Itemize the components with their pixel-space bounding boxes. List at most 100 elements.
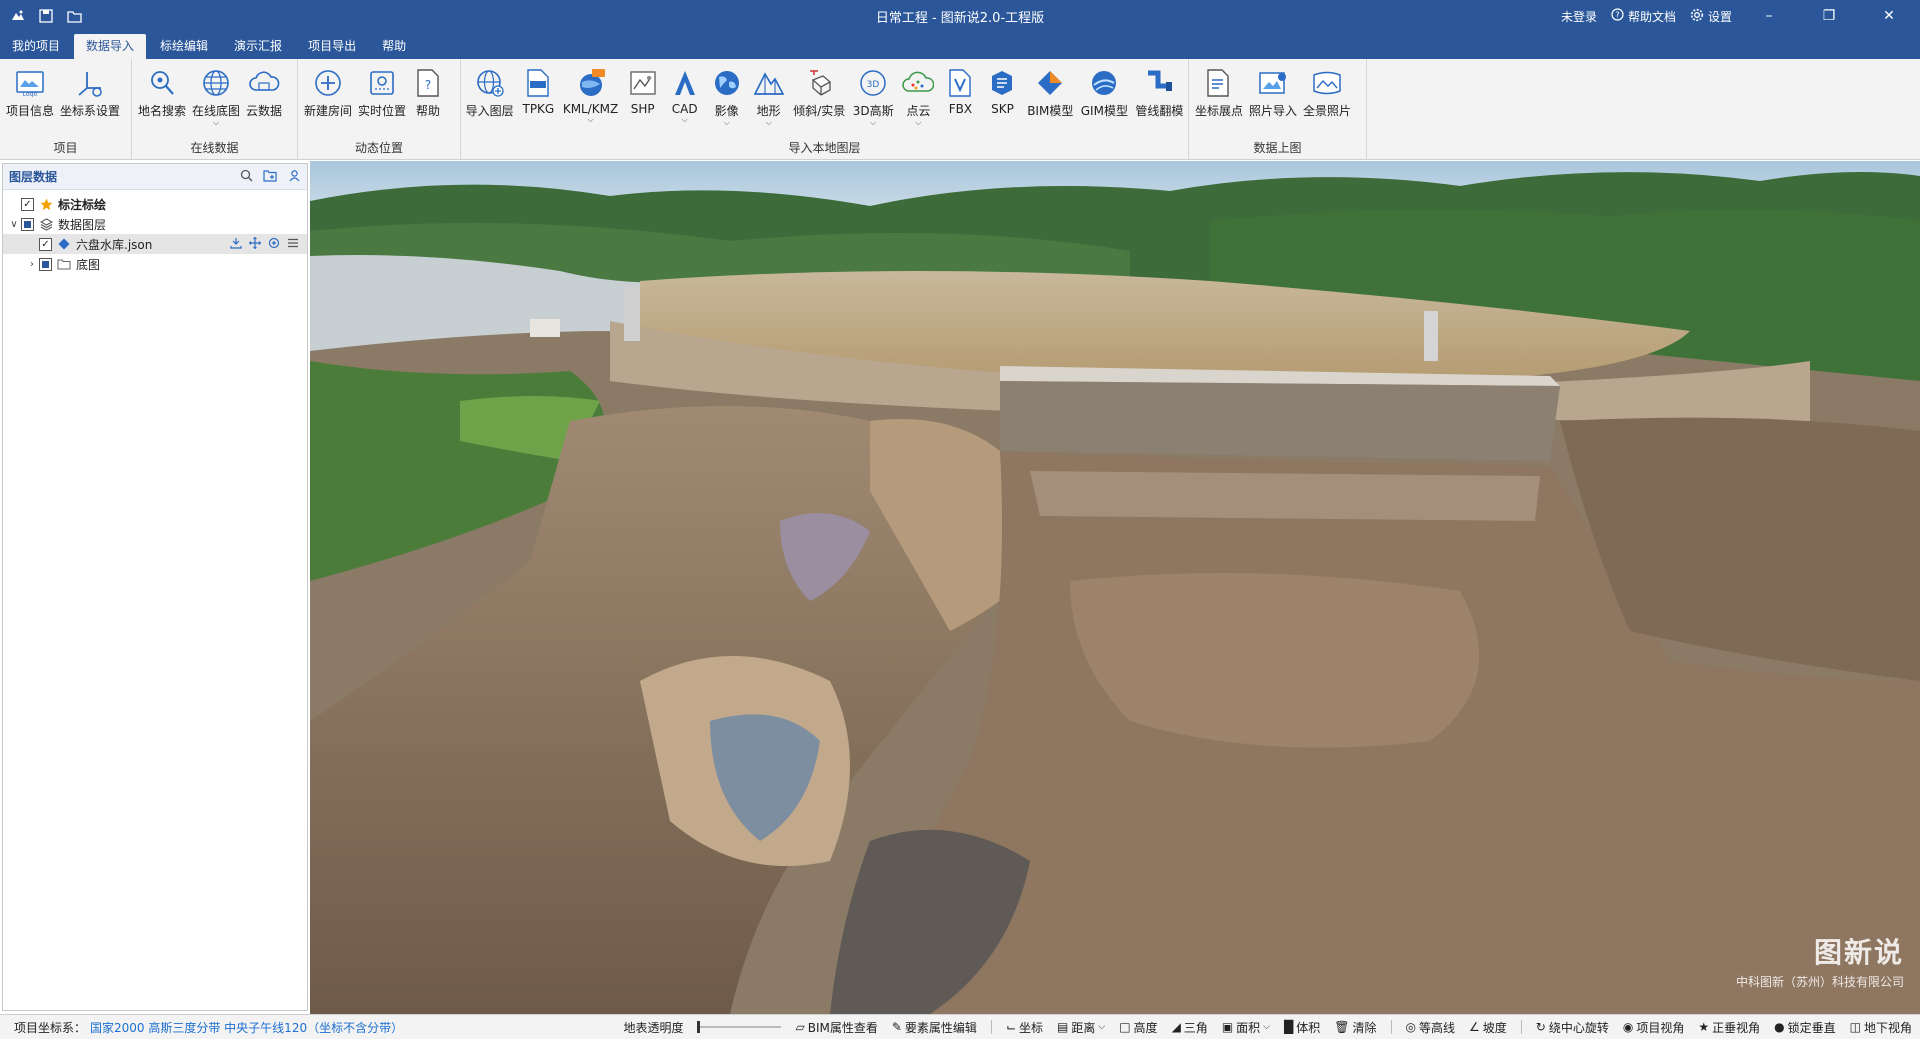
tab-presentation[interactable]: 演示汇报 <box>222 34 294 59</box>
tab-project-export[interactable]: 项目导出 <box>296 34 368 59</box>
minimize-button[interactable]: – <box>1746 0 1792 32</box>
slope-icon: ∠ <box>1469 1020 1480 1034</box>
feature-attribute-edit-tool[interactable]: ✎ 要素属性编辑 <box>892 1019 977 1036</box>
triangle-icon: ◢ <box>1171 1020 1181 1034</box>
realtime-location-button[interactable]: 实时位置 <box>356 65 408 121</box>
tree-item-data-layers[interactable]: ∨ 数据图层 <box>3 214 307 234</box>
tree-item-reservoir-json[interactable]: ✓ 六盘水库.json <box>3 234 307 254</box>
point-cloud-button[interactable]: 点云 ⌵ <box>900 65 936 129</box>
dynamic-help-button[interactable]: ? 帮助 <box>410 65 446 121</box>
menu-list-icon[interactable] <box>287 237 299 252</box>
measure-coordinate-tool[interactable]: ⌙ 坐标 <box>1006 1019 1043 1036</box>
help-doc-label: 帮助文档 <box>1627 9 1676 24</box>
import-layer-button[interactable]: 导入图层 <box>465 65 514 121</box>
measure-triangle-tool[interactable]: ◢ 三角 <box>1172 1019 1208 1036</box>
watermark: 图新说 中科图新（苏州）科技有限公司 <box>1736 931 1904 990</box>
coord-system-value[interactable]: 国家2000 高斯三度分带 中央子午线120（坐标不含分带） <box>90 1019 403 1036</box>
project-info-button[interactable]: Logo 项目信息 <box>4 65 56 121</box>
kml-kmz-button[interactable]: KML/KMZ ⌵ <box>562 65 618 126</box>
basemap-checkbox[interactable] <box>39 257 52 271</box>
settings-label: 设置 <box>1707 9 1732 24</box>
add-folder-icon[interactable] <box>263 169 278 185</box>
chevron-right-icon[interactable]: › <box>25 259 39 270</box>
contour-tool[interactable]: ◎ 等高线 <box>1406 1019 1456 1036</box>
lock-vertical-tool[interactable]: ● 锁定垂直 <box>1774 1019 1836 1036</box>
save-icon[interactable] <box>38 8 54 24</box>
restore-button[interactable]: ❐ <box>1806 0 1852 32</box>
online-basemap-button[interactable]: 在线底图 ⌵ <box>190 65 242 129</box>
chevron-down-icon[interactable]: ∨ <box>7 219 21 230</box>
surface-opacity-slider[interactable] <box>697 1020 782 1034</box>
coordinate-points-button[interactable]: 坐标展点 <box>1193 65 1245 121</box>
reservoir-json-checkbox[interactable]: ✓ <box>39 237 52 251</box>
skp-button[interactable]: SKP <box>984 65 1020 118</box>
measure-volume-tool[interactable]: █ 体积 <box>1284 1019 1320 1036</box>
tab-help[interactable]: 帮助 <box>370 34 418 59</box>
top-down-view-tool[interactable]: ★ 正垂视角 <box>1698 1019 1760 1036</box>
ribbon-group-local-import: 导入图层 TPKG KML/KMZ ⌵ SHP CAD ⌵ 影像 ⌵ 地形 ⌵ … <box>461 59 1189 159</box>
place-search-button[interactable]: 地名搜索 <box>136 65 188 121</box>
help-doc-link[interactable]: ? 帮助文档 <box>1611 8 1676 25</box>
clear-measure-tool[interactable]: 🗑 清除 <box>1334 1019 1376 1036</box>
annotations-checkbox[interactable]: ✓ <box>21 197 34 211</box>
tree-item-annotations[interactable]: ✓ 标注标绘 <box>3 194 307 214</box>
coordinate-list-icon <box>1203 67 1235 99</box>
imagery-button[interactable]: 影像 ⌵ <box>709 65 745 129</box>
slider-thumb[interactable] <box>697 1021 701 1033</box>
measure-area-tool[interactable]: ▣ 面积 ⌵ <box>1222 1019 1270 1036</box>
chevron-down-icon: ⌵ <box>1263 1022 1270 1032</box>
tree-item-label: 标注标绘 <box>58 197 107 212</box>
folder-icon <box>57 257 71 271</box>
close-button[interactable]: ✕ <box>1866 0 1912 32</box>
photo-import-button[interactable]: 照片导入 <box>1247 65 1299 121</box>
gim-model-button[interactable]: GIM模型 <box>1080 65 1129 121</box>
underground-view-tool[interactable]: ◫ 地下视角 <box>1850 1019 1912 1036</box>
login-link[interactable]: 未登录 <box>1561 8 1597 25</box>
locate-target-icon[interactable] <box>268 237 280 252</box>
ribbon-group-data-onmap: 坐标展点 照片导入 全景照片 数据上图 <box>1189 59 1367 159</box>
move-icon[interactable] <box>248 236 262 252</box>
help-circle-icon: ? <box>1611 8 1624 24</box>
ruler-icon: ▤ <box>1057 1020 1069 1034</box>
ribbon: Logo 项目信息 坐标系设置 项目 地名搜索 在线底图 ⌵ 云数据 在线数据 … <box>0 59 1920 160</box>
panorama-photo-button[interactable]: 全景照片 <box>1301 65 1353 121</box>
tab-my-project[interactable]: 我的项目 <box>0 34 72 59</box>
measure-height-tool[interactable]: □ 高度 <box>1119 1019 1157 1036</box>
pipeline-model-button[interactable]: 管线翻模 <box>1135 65 1184 121</box>
cad-button[interactable]: CAD ⌵ <box>667 65 703 126</box>
tree-item-basemap[interactable]: › 底图 <box>3 254 307 274</box>
tpkg-button[interactable]: TPKG <box>520 65 556 118</box>
new-room-button[interactable]: 新建房间 <box>302 65 354 121</box>
shp-button[interactable]: SHP <box>625 65 661 118</box>
settings-link[interactable]: 设置 <box>1690 8 1732 25</box>
export-icon[interactable] <box>230 237 242 252</box>
bim-attributes-tool[interactable]: ▱ BIM属性查看 <box>795 1019 877 1036</box>
cloud-data-button[interactable]: 云数据 <box>244 65 284 121</box>
tab-data-import[interactable]: 数据导入 <box>74 34 147 59</box>
svg-text:Logo: Logo <box>23 91 38 97</box>
user-pin-icon[interactable] <box>288 169 301 185</box>
eye-icon: ◉ <box>1622 1020 1634 1034</box>
oblique-button[interactable]: 倾斜/实景 <box>793 65 846 121</box>
fbx-button[interactable]: FBX <box>942 65 978 118</box>
terrain-button[interactable]: 地形 ⌵ <box>751 65 787 129</box>
chevron-down-icon: ⌵ <box>915 118 922 127</box>
slope-tool[interactable]: ∠ 坡度 <box>1469 1019 1507 1036</box>
gear-icon <box>1690 8 1704 25</box>
search-icon[interactable] <box>240 169 253 185</box>
coordinate-system-button[interactable]: 坐标系设置 <box>58 65 122 121</box>
project-view-tool[interactable]: ◉ 项目视角 <box>1623 1019 1685 1036</box>
bim-model-button[interactable]: BIM模型 <box>1026 65 1074 121</box>
gaussian-3d-icon: 3D <box>857 67 889 99</box>
chevron-down-icon: ⌵ <box>587 115 594 124</box>
ribbon-group-online: 地名搜索 在线底图 ⌵ 云数据 在线数据 <box>132 59 298 159</box>
pipe-icon <box>1143 67 1175 99</box>
title-bar: 日常工程 - 图新说2.0-工程版 未登录 ? 帮助文档 设置 – ❐ ✕ <box>0 0 1920 32</box>
gaussian-3d-button[interactable]: 3D 3D高斯 ⌵ <box>852 65 895 129</box>
orbit-center-tool[interactable]: ↻ 绕中心旋转 <box>1536 1019 1609 1036</box>
map-3d-view[interactable]: 图新说 中科图新（苏州）科技有限公司 <box>310 161 1920 1014</box>
measure-distance-tool[interactable]: ▤ 距离 ⌵ <box>1057 1019 1105 1036</box>
data-layers-checkbox[interactable] <box>21 217 34 231</box>
open-folder-icon[interactable] <box>66 8 82 24</box>
tab-plot-edit[interactable]: 标绘编辑 <box>148 34 220 59</box>
